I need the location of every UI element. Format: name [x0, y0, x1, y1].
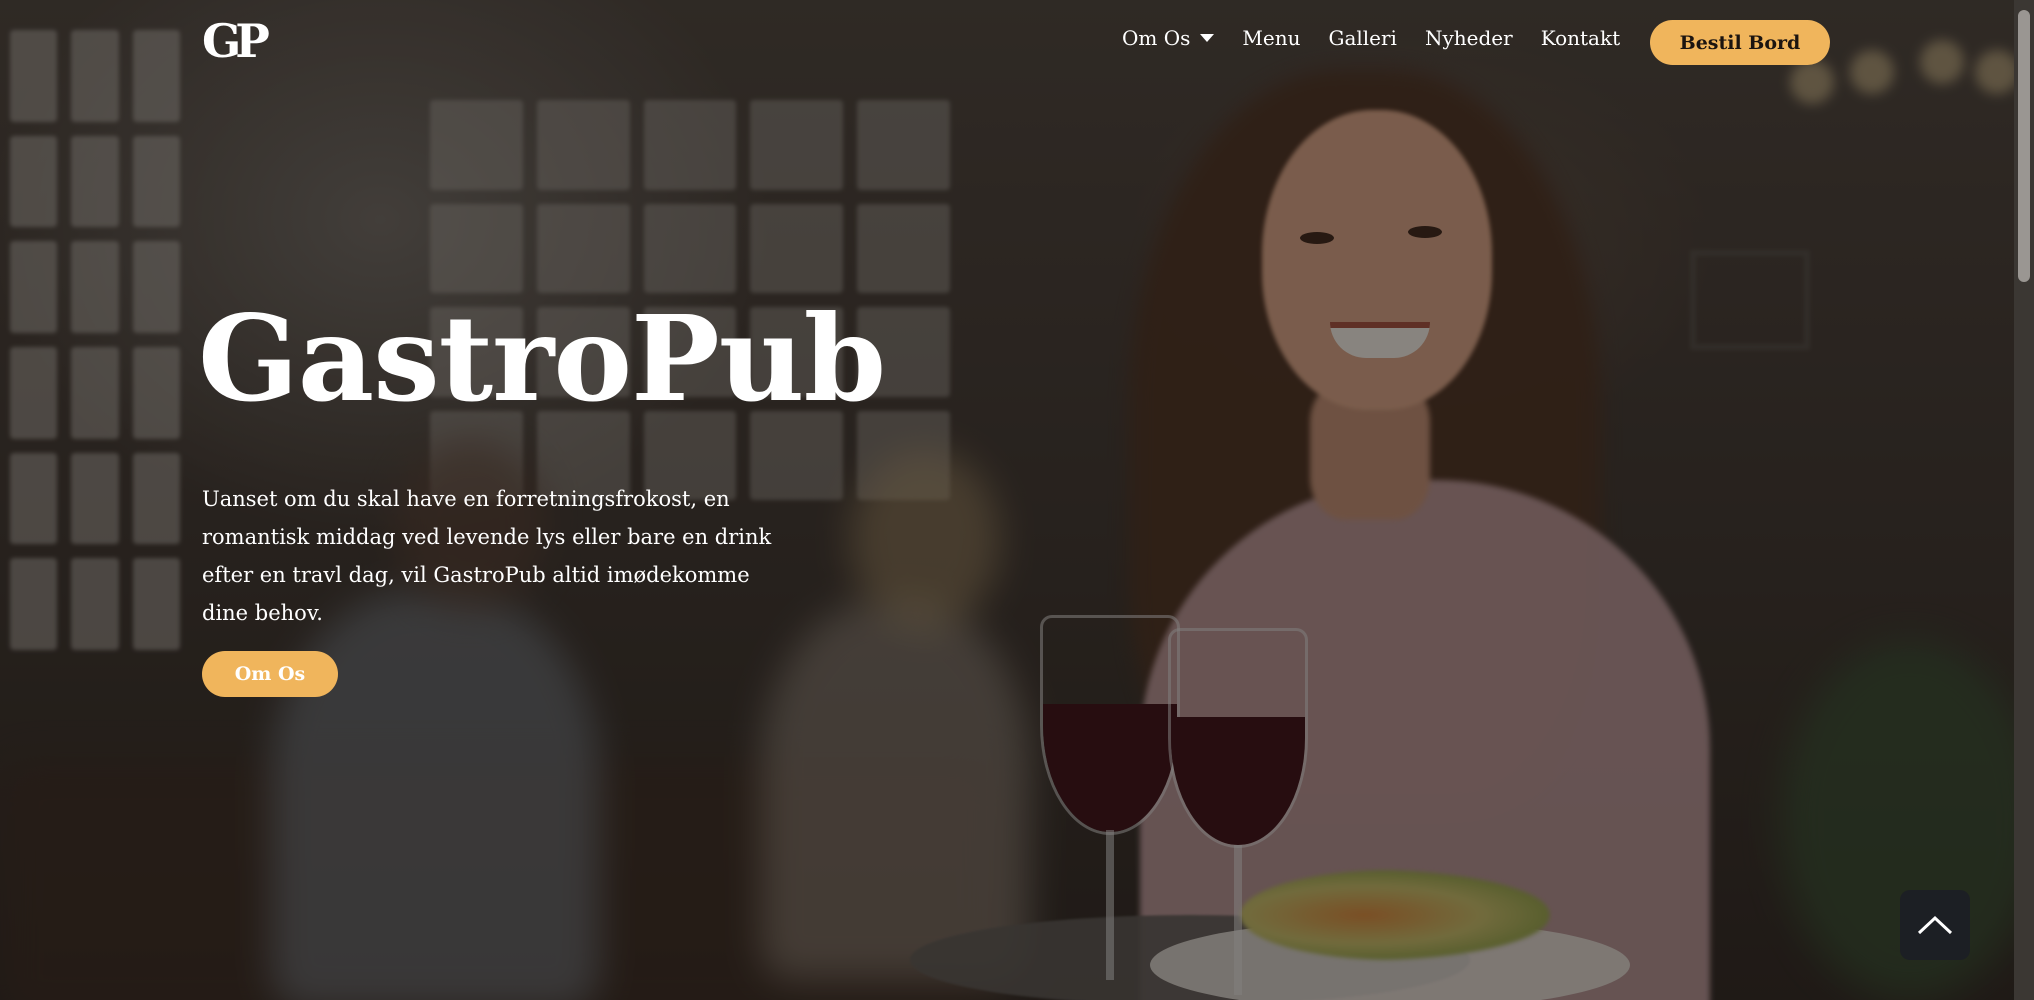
main-menu: Om Os Menu Galleri Nyheder Kontakt [1122, 26, 1648, 50]
nav-item-label: Om Os [1122, 26, 1191, 50]
about-us-button[interactable]: Om Os [202, 651, 338, 697]
nav-item-galleri[interactable]: Galleri [1328, 26, 1397, 50]
book-table-button[interactable]: Bestil Bord [1650, 20, 1830, 65]
back-to-top-button[interactable] [1900, 890, 1970, 960]
hero-title: GastroPub [198, 289, 886, 428]
nav-item-label: Nyheder [1424, 26, 1513, 50]
chevron-up-icon [1917, 915, 1953, 935]
top-navbar: GP Om Os Menu Galleri Nyheder Kontakt Be… [0, 0, 2034, 84]
nav-item-menu[interactable]: Menu [1242, 26, 1300, 50]
nav-item-label: Galleri [1328, 26, 1397, 50]
page-scrollbar[interactable] [2014, 0, 2034, 1000]
hero-description: Uanset om du skal have en forretningsfro… [202, 487, 772, 625]
nav-item-label: Menu [1242, 26, 1301, 50]
chevron-down-icon [1200, 34, 1215, 42]
nav-item-om-os[interactable]: Om Os [1122, 26, 1215, 50]
nav-item-label: Kontakt [1540, 26, 1621, 50]
scrollbar-thumb[interactable] [2018, 10, 2030, 282]
brand-logo[interactable]: GP [202, 14, 270, 68]
nav-item-nyheder[interactable]: Nyheder [1425, 26, 1513, 50]
nav-item-kontakt[interactable]: Kontakt [1541, 26, 1620, 50]
